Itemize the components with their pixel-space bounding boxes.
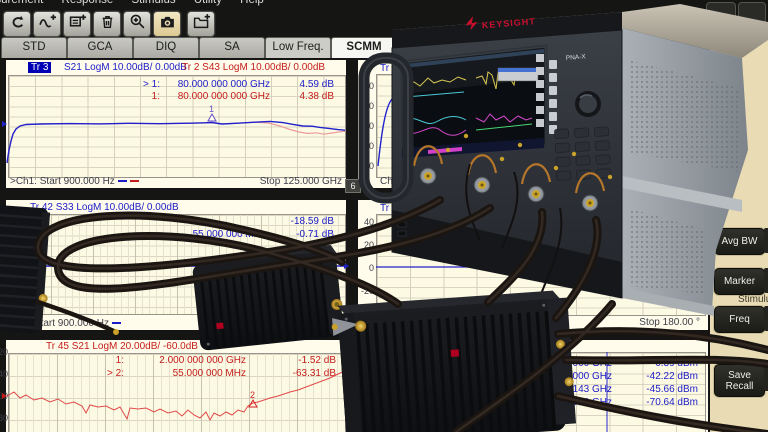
y-axis-label: -10 xyxy=(358,359,374,369)
trace-title-tr2[interactable]: Tr 2 S43 LogM 10.00dB/ 0.00dB xyxy=(182,62,325,73)
menu-utility[interactable]: Utility xyxy=(194,0,222,6)
y-axis-label: 20 xyxy=(358,240,374,250)
marker-readout: -18.59 dB xyxy=(6,216,342,228)
keysight-logo: KEYSIGHT xyxy=(465,11,536,31)
graticule-4 xyxy=(376,74,706,178)
trace-title-tr45[interactable]: Tr 45 S21 LogM 20.00dB/ -60.0dB xyxy=(46,341,198,352)
trace-window-3: Tr 45 S21 LogM 20.00dB/ -60.0dB 1: 2.000… xyxy=(4,338,348,432)
blue-trace-dash xyxy=(112,322,121,324)
y-axis-label: -20 xyxy=(358,286,374,296)
sweep-status-stop: Stop 125.000 GHz xyxy=(260,176,342,187)
y-axis-label: -20 xyxy=(0,347,8,357)
marker-button[interactable]: Marker xyxy=(714,268,765,295)
menu-help[interactable]: Help xyxy=(240,0,264,6)
keysight-spark-icon xyxy=(465,16,478,31)
y-axis-label: -40 xyxy=(0,369,8,379)
tab-std[interactable]: STD xyxy=(1,37,67,58)
trace-window-5: Tr 4 dB 40 20 0 -20 -40 Stop 180.00 ° xyxy=(356,198,710,332)
red-trace-dash xyxy=(130,180,139,182)
screenshot-button[interactable] xyxy=(153,11,181,37)
vna-application-window: Measurement Response Stimulus Utility He… xyxy=(0,0,768,432)
trace-title-tr42[interactable]: Tr 42 S33 LogM 10.00dB/ 0.00dB xyxy=(30,202,179,213)
marker-value-fragment: dB xyxy=(686,226,698,237)
y-axis-label: 0 xyxy=(358,263,374,273)
softkey-sliver[interactable] xyxy=(764,306,768,331)
marker-readout: > 4: 119.500 000 000 GHz -70.64 dBm xyxy=(358,397,704,409)
marker-readout: > 2: 55.000 000 MHz -63.31 dB xyxy=(6,368,342,380)
trace-title-tr3[interactable]: S21 LogM 10.00dB/ 0.00dB xyxy=(64,62,187,73)
marker-readout: 1: 30.000 000 000 GHz -0.39 dBm xyxy=(358,358,704,370)
softkey-sliver[interactable] xyxy=(764,228,768,253)
softkey-sliver[interactable] xyxy=(764,268,768,293)
y-axis-label: 40 xyxy=(358,217,374,227)
marker-readout: 3: 95.000 143 GHz -45.66 dBm xyxy=(358,384,704,396)
trash-icon xyxy=(99,13,116,35)
marker-readout: 55.000 000 MHz -0.71 dB xyxy=(6,229,342,241)
y-axis-label: -30 xyxy=(358,380,374,390)
trace-window-2: Tr 42 S33 LogM 10.00dB/ 0.00dB -18.59 dB… xyxy=(4,198,348,332)
tab-low-freq[interactable]: Low Freq. xyxy=(265,37,331,58)
sweep-status: Ch5: Start 900.000 Hz xyxy=(10,318,121,329)
marker-readout: 1: 80.000 000 000 GHz 4.38 dB xyxy=(6,91,342,103)
y-axis-label: -70 xyxy=(358,422,374,432)
marker-readout: 1: 2.000 000 000 GHz -1.52 dB xyxy=(6,355,342,367)
menubar: Measurement Response Stimulus Utility He… xyxy=(0,0,768,10)
y-axis-label: 0 xyxy=(358,121,374,131)
window-number-badge: 8 xyxy=(345,321,361,335)
y-axis-label: -40 xyxy=(358,161,374,171)
menu-measurement[interactable]: Measurement xyxy=(0,0,43,6)
sweep-status-stop: Stop 125.000 GHz xyxy=(260,318,342,329)
softkey-section-measure: Measure xyxy=(698,196,737,207)
trace-window-6: 1: 30.000 000 000 GHz -0.39 dBm 2: 60.00… xyxy=(356,338,710,432)
instrument-bezel xyxy=(392,12,622,48)
y-axis-label: -80 xyxy=(0,413,8,423)
tab-gca[interactable]: GCA xyxy=(67,37,133,58)
softkey-panel: Measure Avg BW Marker Stimulus Freq Save… xyxy=(710,24,768,432)
sweep-status: >Ch1: Start 900.000 Hz xyxy=(10,176,139,187)
trace-title-fragment[interactable]: Tr xyxy=(380,63,389,74)
redo-icon xyxy=(9,13,26,35)
magnifier-icon xyxy=(129,13,146,35)
active-trace-chip[interactable]: Tr 3 xyxy=(28,62,51,73)
marker-readout: > 1: 80.000 000 000 GHz 4.59 dB xyxy=(6,79,342,91)
y-axis-label: -40 xyxy=(358,308,374,318)
new-channel-button[interactable] xyxy=(63,11,91,37)
save-recall-button[interactable]: Save Recall xyxy=(714,364,765,397)
sweep-status-stop: Stop 180.00 ° xyxy=(639,317,700,328)
marker-readout: 2: 60.000 000 000 GHz -42.22 dBm xyxy=(358,371,704,383)
svg-text:KEYSIGHT: KEYSIGHT xyxy=(482,16,537,30)
y-axis-label: -60 xyxy=(0,391,8,401)
y-axis-label: -20 xyxy=(358,141,374,151)
y-axis-label: 40 xyxy=(358,81,374,91)
redo-button[interactable] xyxy=(3,11,31,37)
trace-title-fragment[interactable]: Tr 4 xyxy=(380,203,397,214)
softkey-sliver[interactable] xyxy=(764,366,768,391)
top-right-button[interactable] xyxy=(706,2,736,24)
zoom-button[interactable] xyxy=(123,11,151,37)
new-trace-icon xyxy=(39,13,56,35)
folder-add-icon xyxy=(193,13,210,35)
top-right-button[interactable] xyxy=(738,2,766,24)
blue-trace-dash xyxy=(118,180,127,182)
avg-bw-button[interactable]: Avg BW xyxy=(714,228,765,255)
recall-file-button[interactable] xyxy=(187,11,215,37)
freq-button[interactable]: Freq xyxy=(714,306,765,333)
tab-diq[interactable]: DIQ xyxy=(133,37,199,58)
softkey-section-stimulus: Stimulus xyxy=(738,294,768,305)
menu-response[interactable]: Response xyxy=(62,0,114,6)
camera-icon xyxy=(159,13,176,35)
trace-window-4: Tr 40 20 0 -20 -40 Ch xyxy=(356,58,710,190)
delete-trace-button[interactable] xyxy=(93,11,121,37)
tab-scmm[interactable]: SCMM xyxy=(331,37,397,58)
menu-stimulus[interactable]: Stimulus xyxy=(132,0,176,6)
window-number-badge: 6 xyxy=(345,179,361,193)
new-trace-button[interactable] xyxy=(33,11,61,37)
sweep-status-fragment: Ch xyxy=(380,176,393,187)
y-axis-label: 20 xyxy=(358,101,374,111)
trace-window-1: Tr 3 S21 LogM 10.00dB/ 0.00dB Tr 2 S43 L… xyxy=(4,58,348,190)
graticule-5 xyxy=(376,214,706,316)
y-axis-label: -50 xyxy=(358,401,374,411)
tab-sa[interactable]: SA xyxy=(199,37,265,58)
new-channel-icon xyxy=(69,13,86,35)
